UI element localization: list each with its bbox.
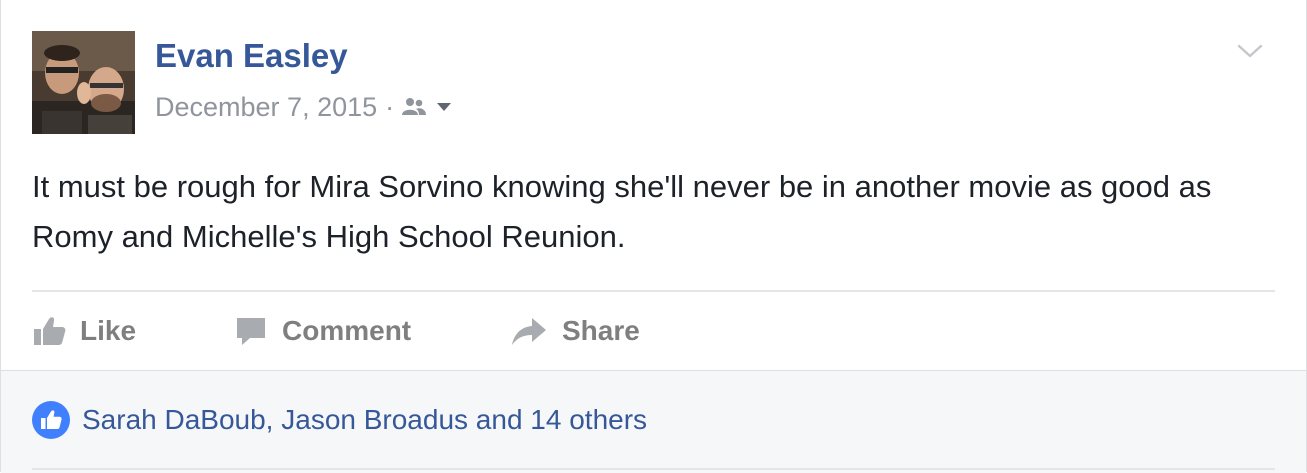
share-button[interactable]: Share — [510, 306, 640, 356]
post-text: It must be rough for Mira Sorvino knowin… — [32, 169, 1212, 254]
thumbs-up-icon — [41, 410, 62, 429]
caret-down-icon — [437, 103, 452, 111]
avatar[interactable] — [32, 31, 135, 134]
friends-icon — [402, 98, 427, 115]
comment-label: Comment — [282, 315, 412, 346]
post-card: Evan Easley December 7, 2015 · It must b… — [0, 0, 1307, 473]
post-date[interactable]: December 7, 2015 — [155, 92, 377, 123]
chevron-down-icon[interactable] — [1235, 39, 1265, 63]
avatar-photo — [32, 31, 135, 134]
divider — [32, 290, 1275, 292]
divider — [32, 468, 1275, 470]
share-arrow-icon — [510, 316, 548, 346]
reactions-summary: Sarah DaBoub, Jason Broadus and 14 other… — [32, 400, 647, 440]
post-header: Evan Easley December 7, 2015 · — [32, 31, 1275, 135]
comment-icon — [234, 314, 268, 348]
like-badge-icon[interactable] — [32, 401, 70, 439]
author-name[interactable]: Evan Easley — [155, 37, 348, 75]
thumbs-up-icon — [32, 315, 66, 347]
post-meta: December 7, 2015 · — [155, 89, 454, 125]
meta-separator: · — [385, 91, 395, 122]
likers-link[interactable]: Sarah DaBoub, Jason Broadus and 14 other… — [82, 404, 647, 436]
like-label: Like — [80, 315, 137, 346]
like-button[interactable]: Like — [32, 306, 136, 356]
post-options-icon — [1237, 44, 1263, 58]
privacy-selector[interactable] — [402, 97, 454, 117]
share-label: Share — [562, 315, 640, 346]
comment-button[interactable]: Comment — [234, 306, 411, 356]
reactions-bar: Sarah DaBoub, Jason Broadus and 14 other… — [1, 370, 1306, 473]
